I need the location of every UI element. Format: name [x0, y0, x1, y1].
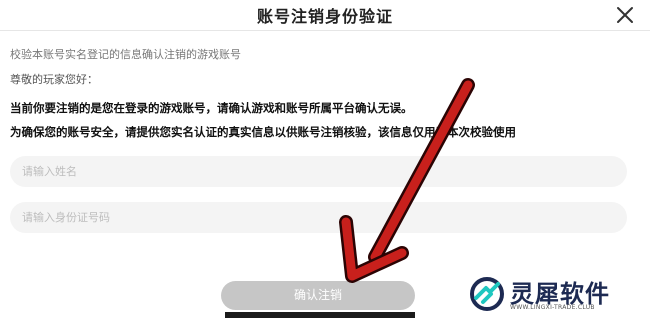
- watermark-url: WWW.LINGXI-TRADE.CLUB: [510, 304, 595, 311]
- watermark: 灵犀软件 WWW.LINGXI-TRADE.CLUB: [465, 268, 645, 318]
- name-field: [10, 156, 627, 187]
- home-indicator-bar: [225, 312, 415, 318]
- id-number-field: [10, 202, 627, 233]
- notice-line-2: 为确保您的账号安全，请提供您实名认证的真实信息以供账号注销核验，该信息仅用于本次…: [10, 125, 516, 139]
- greeting-text: 尊敬的玩家您好：: [10, 73, 98, 86]
- id-number-input[interactable]: [10, 202, 627, 233]
- confirm-cancel-account-button[interactable]: 确认注销: [221, 281, 415, 310]
- dialog-subtitle: 校验本账号实名登记的信息确认注销的游戏账号: [10, 48, 241, 61]
- dialog-header: 账号注销身份验证: [0, 0, 650, 31]
- lingxi-logo-icon: [470, 277, 504, 311]
- close-icon[interactable]: [614, 4, 636, 26]
- notice-line-1: 当前你要注销的是您在登录的游戏账号，请确认游戏和账号所属平台确认无误。: [10, 101, 413, 115]
- dialog-title: 账号注销身份验证: [256, 7, 393, 26]
- name-input[interactable]: [10, 156, 627, 187]
